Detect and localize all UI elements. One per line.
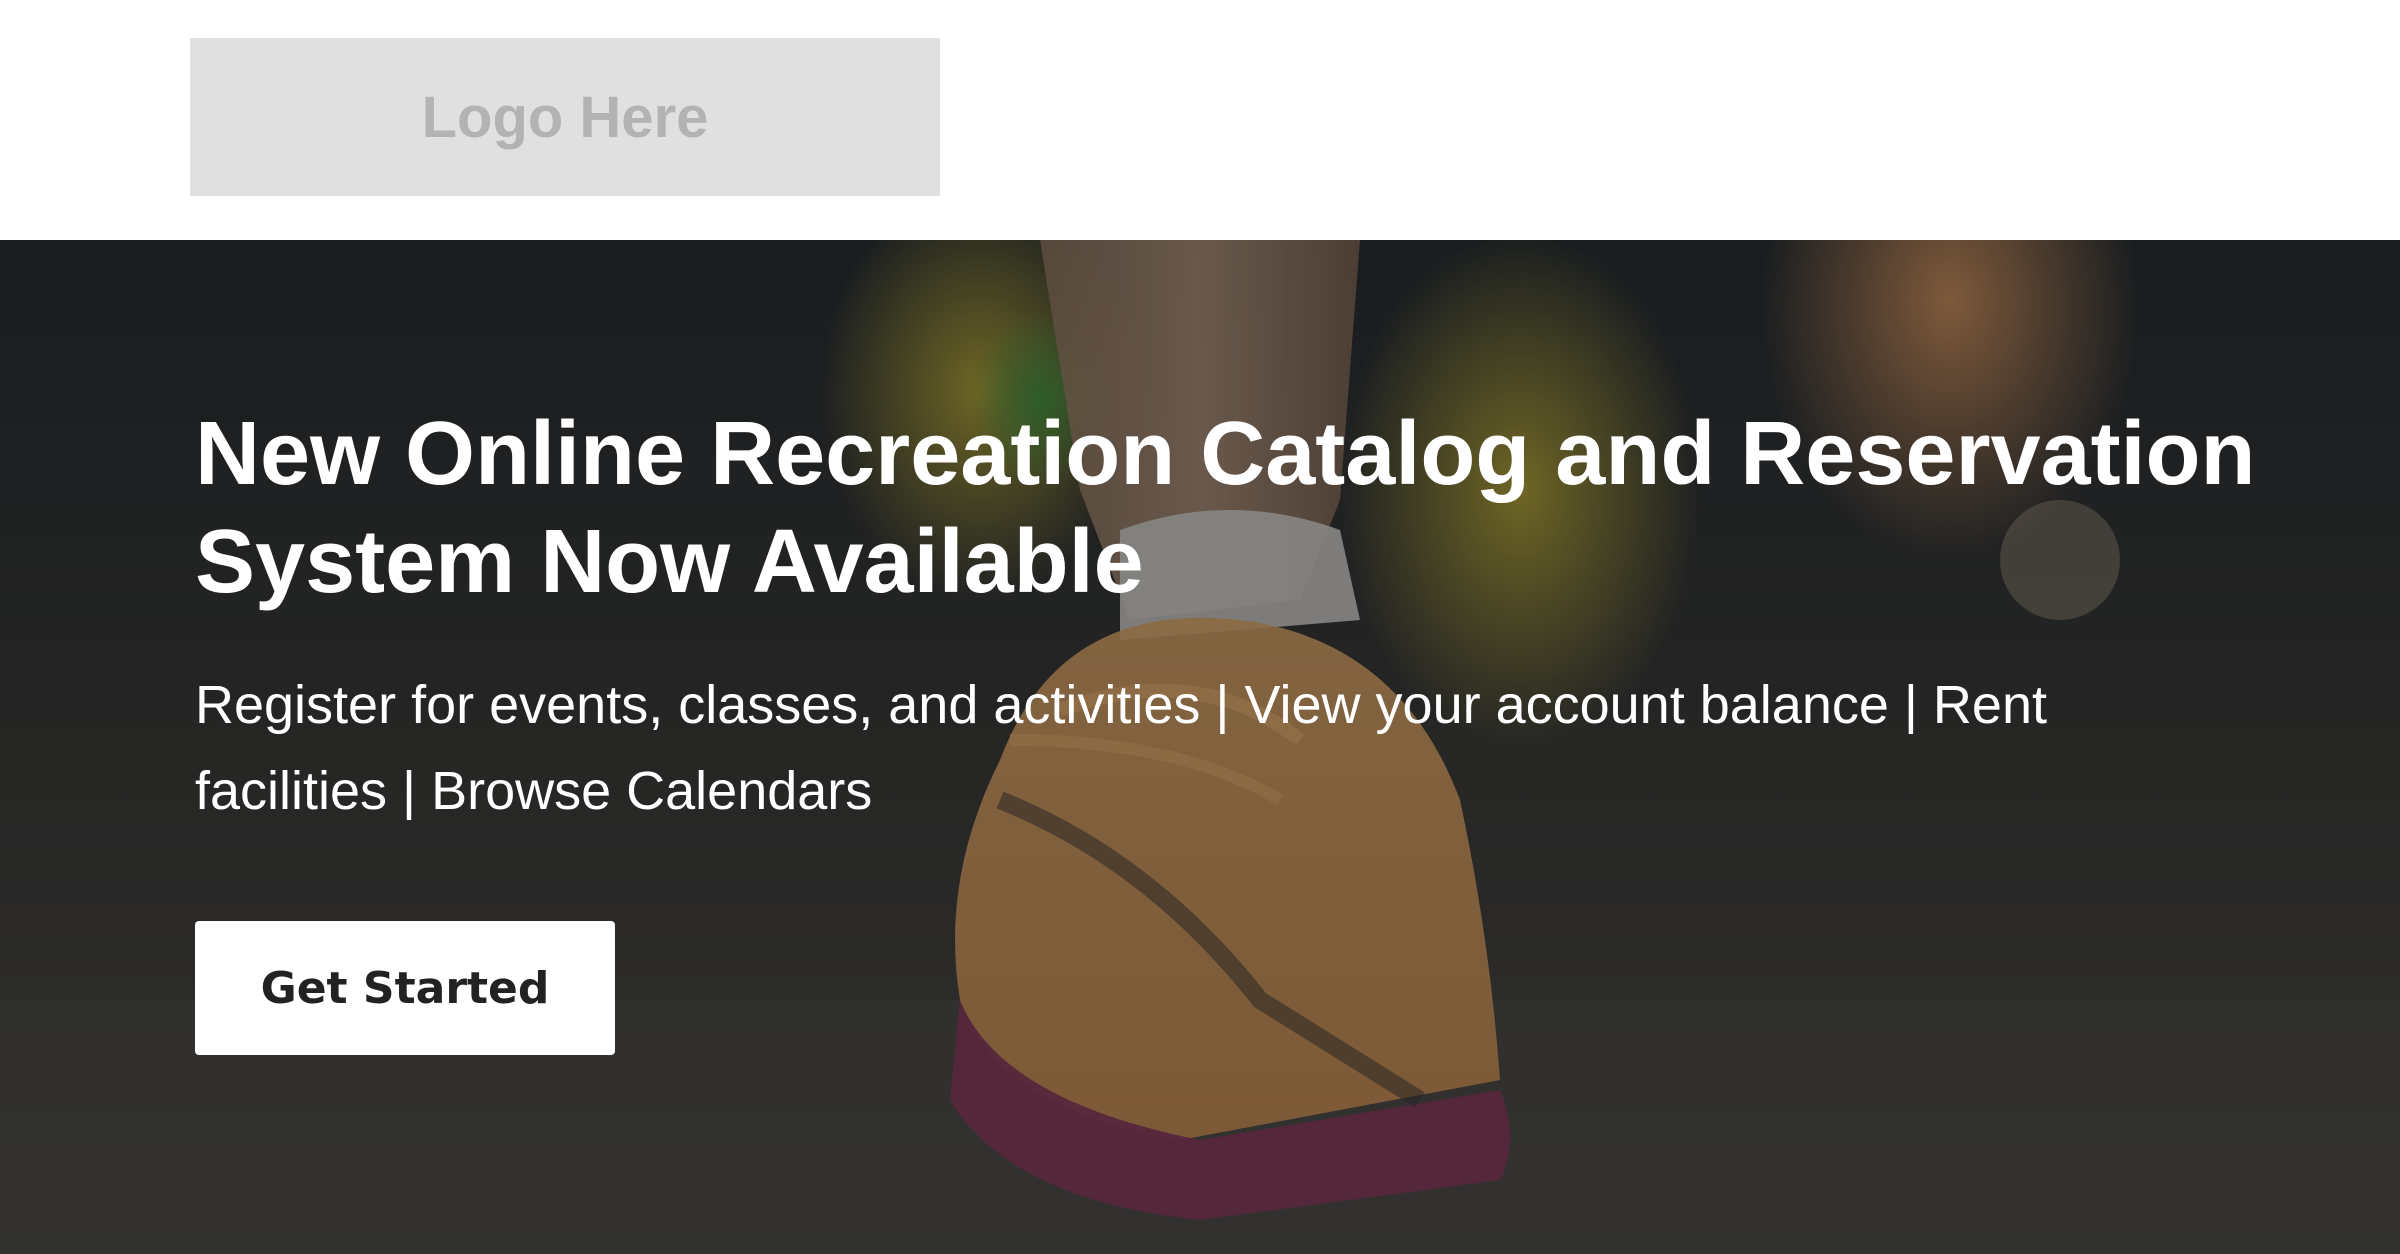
logo-text: Logo Here [421, 84, 709, 150]
hero-banner: New Online Recreation Catalog and Reserv… [0, 240, 2400, 1254]
site-header: Logo Here [0, 0, 2400, 240]
hero-content: New Online Recreation Catalog and Reserv… [195, 400, 2295, 834]
hero-title: New Online Recreation Catalog and Reserv… [195, 404, 2256, 612]
get-started-button[interactable]: Get Started [195, 921, 615, 1055]
logo-placeholder[interactable]: Logo Here [190, 38, 940, 196]
hero-subtitle: Register for events, classes, and activi… [195, 675, 2047, 821]
